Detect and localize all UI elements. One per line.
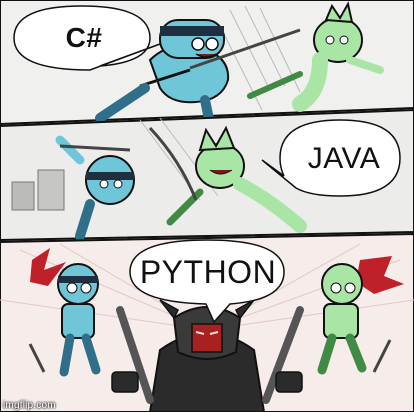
bubble-text-java: JAVA bbox=[307, 142, 381, 175]
imgflip-watermark: imgflip.com bbox=[3, 400, 56, 411]
comic-artwork bbox=[0, 0, 414, 412]
meme-image: C# JAVA PYTHON imgflip.com bbox=[0, 0, 414, 412]
bubble-text-python: PYTHON bbox=[139, 254, 277, 290]
bubble-text-csharp: C# bbox=[65, 22, 103, 53]
